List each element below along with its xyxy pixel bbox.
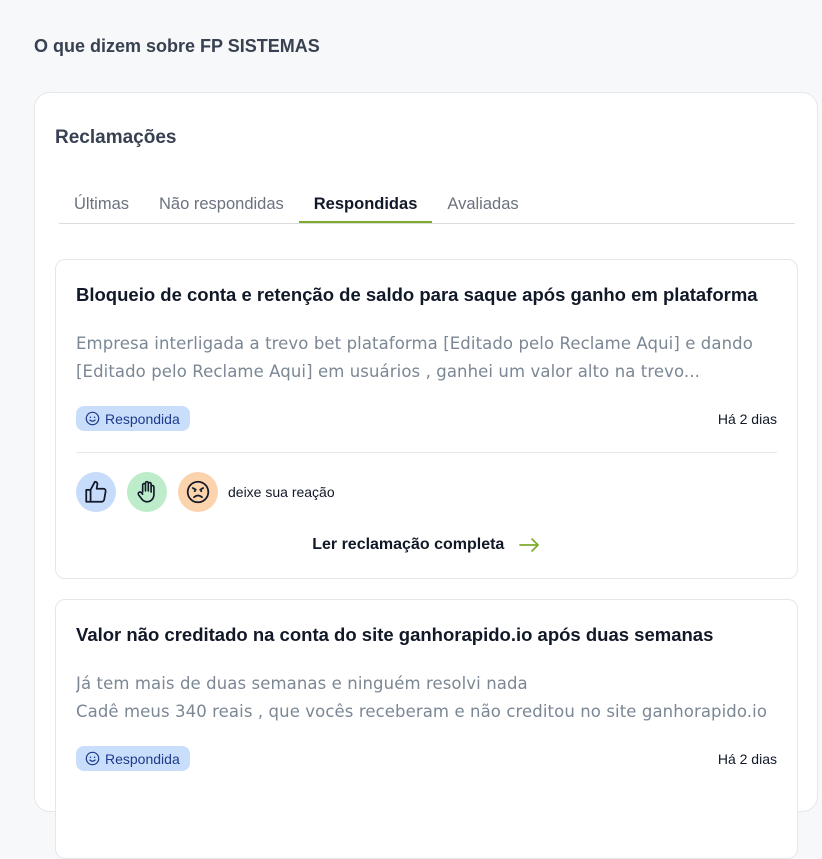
status-badge: Respondida	[76, 406, 190, 431]
status-label: Respondida	[105, 410, 180, 427]
complaint-time: Há 2 dias	[717, 411, 777, 427]
description-line: Empresa interligada a trevo bet platafor…	[76, 334, 753, 353]
description-line: Já tem mais de duas semanas e ninguém re…	[76, 674, 528, 693]
thumbs-up-icon	[85, 480, 107, 503]
tab-avaliadas[interactable]: Avaliadas	[432, 185, 533, 223]
page-heading: O que dizem sobre FP SISTEMAS	[34, 36, 320, 56]
complaint-tabs: Últimas Não respondidas Respondidas Aval…	[59, 185, 795, 224]
angry-face-icon	[186, 480, 210, 504]
complaint-title[interactable]: Bloqueio de conta e retenção de saldo pa…	[76, 284, 758, 306]
read-full-complaint-link[interactable]: Ler reclamação completa	[56, 536, 797, 554]
angry-reaction-button[interactable]	[178, 472, 218, 512]
arrow-right-icon	[518, 537, 539, 552]
complaint-time: Há 2 dias	[717, 751, 777, 767]
divider	[76, 452, 777, 453]
complaint-card: Bloqueio de conta e retenção de saldo pa…	[55, 259, 798, 579]
like-reaction-button[interactable]	[76, 472, 116, 512]
complaint-description: Já tem mais de duas semanas e ninguém re…	[76, 670, 781, 726]
description-line: Cadê meus 340 reais , que vocês recebera…	[76, 702, 768, 721]
status-label: Respondida	[105, 750, 180, 767]
smile-icon	[85, 751, 100, 766]
smile-icon	[85, 411, 100, 426]
tab-ultimas[interactable]: Últimas	[59, 185, 144, 223]
tab-nao-respondidas[interactable]: Não respondidas	[144, 185, 299, 223]
reactions-bar: deixe sua reação	[76, 472, 335, 512]
description-line: [Editado pelo Reclame Aqui] em usuários …	[76, 362, 700, 381]
panel-title: Reclamações	[55, 127, 177, 148]
raised-hand-icon	[137, 480, 155, 503]
complaints-panel: Reclamações Últimas Não respondidas Resp…	[34, 92, 818, 859]
read-more-label: Ler reclamação completa	[312, 536, 505, 553]
complaint-description: Empresa interligada a trevo bet platafor…	[76, 330, 781, 386]
status-badge: Respondida	[76, 746, 190, 771]
raised-hand-reaction-button[interactable]	[127, 472, 167, 512]
reaction-prompt: deixe sua reação	[228, 484, 335, 500]
complaint-title[interactable]: Valor não creditado na conta do site gan…	[76, 624, 713, 646]
tab-respondidas[interactable]: Respondidas	[298, 185, 433, 223]
complaint-card: Valor não creditado na conta do site gan…	[55, 599, 798, 859]
